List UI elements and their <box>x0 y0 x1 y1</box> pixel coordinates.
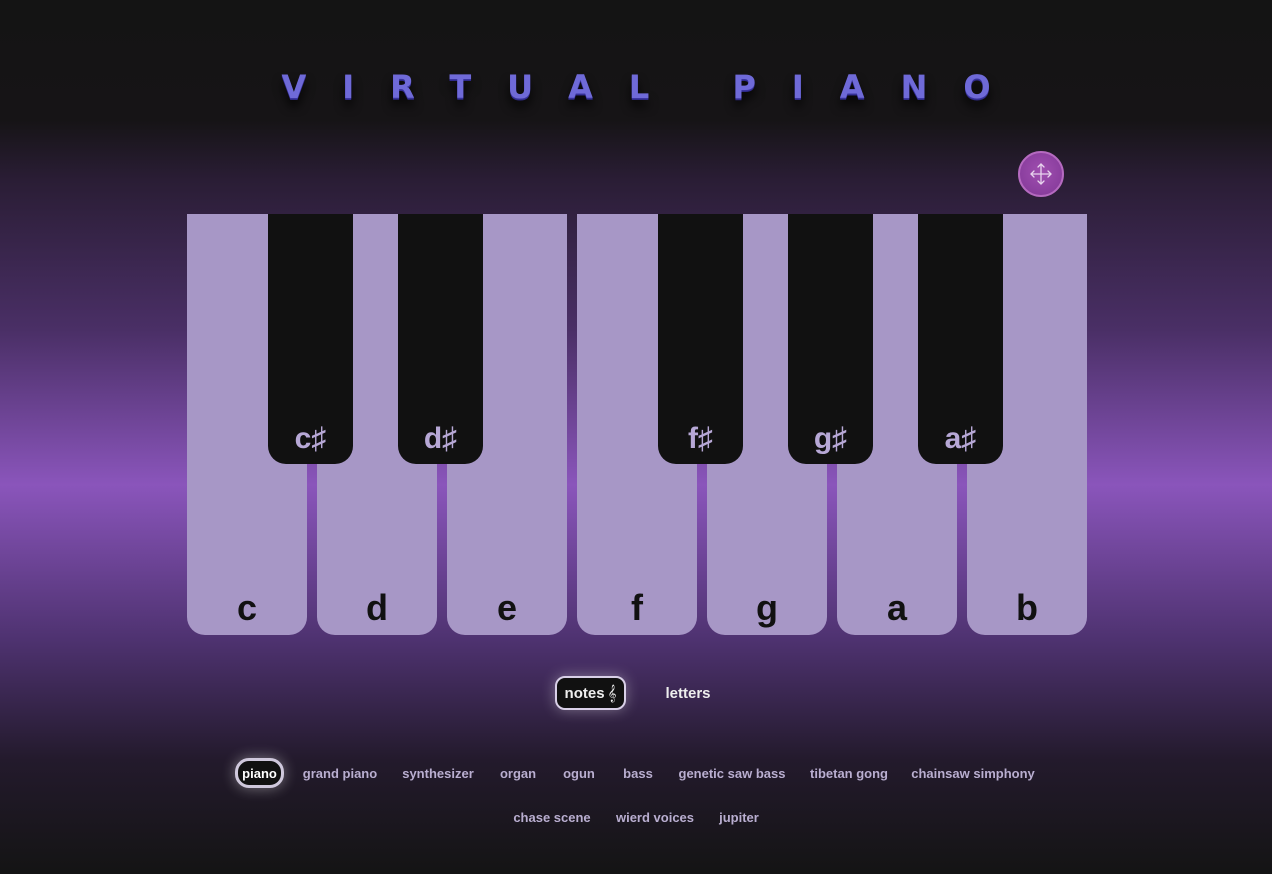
sound-option-chase-scene[interactable]: chase scene <box>510 802 594 832</box>
notes-mode-button[interactable]: notes 𝄞 <box>555 676 626 710</box>
key-label: g <box>756 587 778 628</box>
sound-label: genetic saw bass <box>678 765 786 781</box>
sound-selector-row-1: piano grand piano synthesizer organ ogun… <box>0 758 1272 788</box>
sound-option-grand-piano[interactable]: grand piano <box>300 758 380 788</box>
notes-mode-label: notes <box>564 684 605 702</box>
label-mode-toggle: notes 𝄞 letters <box>0 676 1272 712</box>
sound-option-genetic-saw-bass[interactable]: genetic saw bass <box>676 758 788 788</box>
sound-option-piano[interactable]: piano <box>235 758 284 788</box>
move-arrows-icon <box>1030 163 1052 185</box>
key-label: f <box>631 587 643 628</box>
sound-option-chainsaw-simphony[interactable]: chainsaw simphony <box>910 758 1036 788</box>
key-label: g♯ <box>813 422 848 455</box>
sound-selector-row-2: chase scene wierd voices jupiter <box>0 802 1272 832</box>
sound-label: synthesizer <box>402 765 474 781</box>
move-button[interactable] <box>1018 151 1064 197</box>
sound-option-synthesizer[interactable]: synthesizer <box>398 758 478 788</box>
sound-label: ogun <box>563 765 595 781</box>
sound-label: chase scene <box>513 809 591 825</box>
black-key-g-sharp[interactable]: g♯ <box>788 214 873 464</box>
key-label: c <box>236 587 258 628</box>
key-label: d♯ <box>423 422 458 455</box>
sound-label: grand piano <box>302 765 378 781</box>
page-title: VIRTUAL PIANO <box>281 68 1027 106</box>
sound-label: chainsaw simphony <box>911 765 1035 781</box>
sound-label: wierd voices <box>615 809 695 825</box>
black-key-f-sharp[interactable]: f♯ <box>658 214 743 464</box>
sound-option-ogun[interactable]: ogun <box>558 758 600 788</box>
sound-option-tibetan-gong[interactable]: tibetan gong <box>806 758 892 788</box>
sound-label: bass <box>623 765 653 781</box>
key-label: c♯ <box>294 422 327 455</box>
key-label: a <box>886 587 908 628</box>
sound-option-wierd-voices[interactable]: wierd voices <box>612 802 698 832</box>
sound-option-jupiter[interactable]: jupiter <box>716 802 762 832</box>
letters-mode-label: letters <box>665 684 711 702</box>
piano-keyboard: c d e f g a b c♯ d♯ f♯ g♯ a♯ <box>187 214 1087 635</box>
sound-label: jupiter <box>719 809 759 825</box>
letters-mode-button[interactable]: letters <box>656 676 720 710</box>
sound-option-bass[interactable]: bass <box>618 758 658 788</box>
sound-label: organ <box>499 765 537 781</box>
black-key-c-sharp[interactable]: c♯ <box>268 214 353 464</box>
treble-clef-icon: 𝄞 <box>607 684 617 702</box>
key-label: d <box>366 587 388 628</box>
sound-label: tibetan gong <box>810 765 888 781</box>
black-key-d-sharp[interactable]: d♯ <box>398 214 483 464</box>
key-label: b <box>1016 587 1038 628</box>
sound-option-organ[interactable]: organ <box>496 758 540 788</box>
black-key-a-sharp[interactable]: a♯ <box>918 214 1003 464</box>
key-label: a♯ <box>944 422 977 455</box>
key-label: f♯ <box>688 422 713 455</box>
sound-label: piano <box>242 765 277 781</box>
key-label: e <box>496 587 518 628</box>
